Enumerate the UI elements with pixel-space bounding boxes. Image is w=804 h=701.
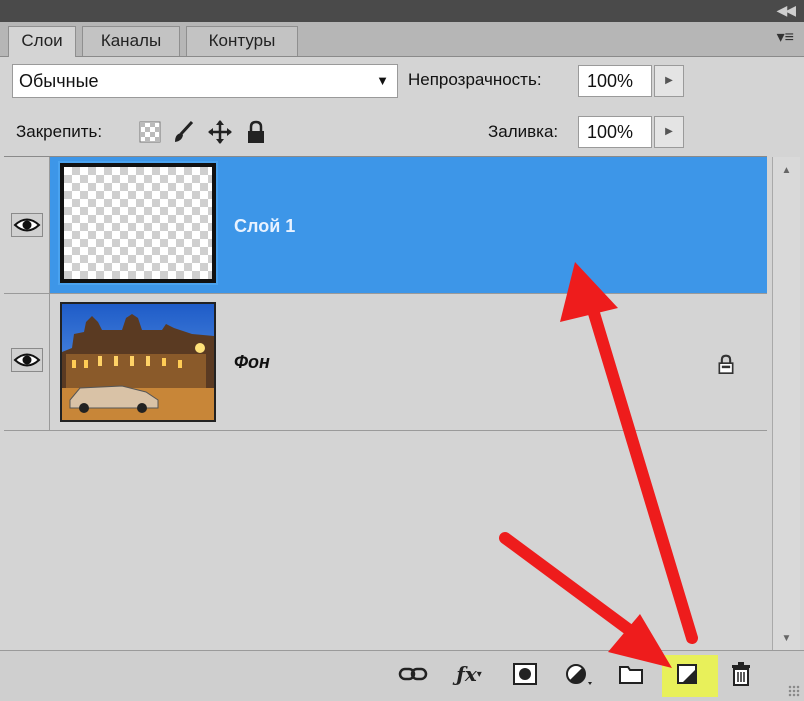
layer-thumbnail-transparent[interactable]: [60, 163, 216, 283]
opacity-label: Непрозрачность:: [408, 70, 542, 89]
collapse-panel-icon[interactable]: ◀◀: [776, 2, 795, 19]
tab-channels[interactable]: Каналы: [82, 26, 180, 56]
panel-menu-icon[interactable]: ▾≡: [777, 27, 794, 47]
blend-mode-select[interactable]: Обычные ▼: [12, 64, 398, 98]
lock-position-icon[interactable]: [208, 120, 232, 144]
chevron-down-icon: ▼: [376, 73, 389, 88]
resize-grip-icon[interactable]: [788, 685, 800, 697]
panel-title-bar: ◀◀: [0, 0, 804, 22]
layers-list: Слой 1 Фон: [4, 156, 767, 651]
visibility-column: [4, 294, 50, 430]
layer-lock-icon: [718, 354, 734, 374]
layer-mask-icon[interactable]: [510, 659, 540, 689]
fill-slider-button[interactable]: ▶: [654, 116, 684, 148]
layers-panel: ◀◀ Слои Каналы Контуры ▾≡ Обычные ▼ Непр…: [0, 0, 804, 701]
visibility-column: [4, 157, 50, 293]
layer-row-background[interactable]: Фон: [4, 294, 767, 431]
lock-all-icon[interactable]: [244, 120, 268, 144]
opacity-input[interactable]: 100%: [578, 65, 652, 97]
layers-scrollbar[interactable]: ▲ ▼: [772, 157, 800, 650]
eye-icon[interactable]: [11, 348, 43, 372]
fx-icon[interactable]: ƒx ▾: [454, 659, 484, 689]
delete-layer-icon[interactable]: [726, 659, 756, 689]
fill-label: Заливка:: [488, 122, 559, 141]
fill-input[interactable]: 100%: [578, 116, 652, 148]
lock-transparent-pixels-icon[interactable]: [138, 120, 162, 144]
tab-paths[interactable]: Контуры: [186, 26, 298, 56]
layer-name[interactable]: Фон: [234, 352, 270, 373]
layer-row-layer1[interactable]: Слой 1: [4, 157, 767, 294]
layer-name[interactable]: Слой 1: [234, 216, 295, 237]
opacity-slider-button[interactable]: ▶: [654, 65, 684, 97]
lock-image-pixels-icon[interactable]: [172, 120, 196, 144]
link-layers-icon[interactable]: [398, 659, 428, 689]
blend-mode-value: Обычные: [19, 71, 99, 91]
new-group-icon[interactable]: [616, 659, 646, 689]
scroll-down-icon[interactable]: ▼: [773, 633, 800, 644]
layers-bottom-toolbar: ƒx ▾: [0, 650, 804, 701]
scroll-up-icon[interactable]: ▲: [773, 165, 800, 176]
layer-thumbnail-photo[interactable]: [60, 302, 216, 422]
panel-tabs: Слои Каналы Контуры ▾≡: [0, 22, 804, 57]
lock-label: Закрепить:: [16, 122, 103, 141]
tab-layers[interactable]: Слои: [8, 26, 76, 57]
eye-icon[interactable]: [11, 213, 43, 237]
new-layer-icon[interactable]: [672, 659, 702, 689]
adjustment-layer-icon[interactable]: [564, 659, 594, 689]
